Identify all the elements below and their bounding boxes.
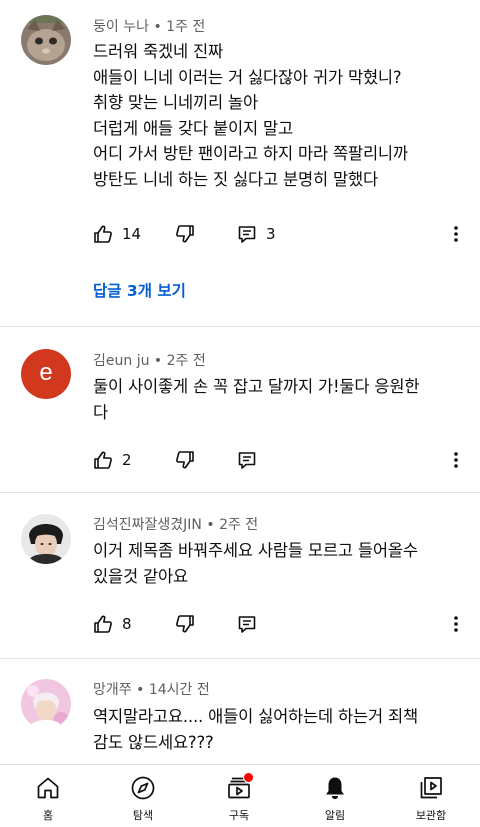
comment-time: 2주 전 (166, 353, 206, 369)
nav-label: 보관함 (415, 809, 447, 822)
comment-thread-4: 망개쭈 • 14시간 전 역지말라고요.... 애들이 싫어하는데 하는거 죄책… (0, 659, 480, 764)
like-count: 14 (122, 225, 142, 243)
dislike-button[interactable] (175, 609, 195, 639)
comment-thread-2: e 김eun ju • 2주 전 둘이 사이좋게 손 꼭 잡고 달까지 가!둘다… (0, 327, 480, 492)
comment-line: 드러워 죽겠네 진짜 (93, 42, 223, 61)
comment-thread-1: 둥이 누나 • 1주 전 드러워 죽겠네 진짜 애들이 니네 이러는 거 싫다잖… (0, 0, 480, 326)
comment-line: 다 (93, 402, 108, 422)
comment-actions: 2 (0, 445, 480, 475)
thumbs-up-icon (93, 224, 113, 244)
more-vert-icon (446, 224, 466, 244)
avatar[interactable]: e (21, 349, 71, 399)
comment-icon (237, 450, 257, 470)
comment-author[interactable]: 둥이 누나 (93, 19, 149, 35)
comment-meta: 김석진짜잘생겼JIN • 2주 전 (93, 514, 258, 534)
nav-explore[interactable]: 탐색 (103, 765, 183, 827)
meta-separator: • (153, 19, 162, 35)
nav-home[interactable]: 홈 (8, 765, 88, 827)
more-actions-button[interactable] (446, 609, 466, 639)
like-button[interactable]: 8 (93, 609, 132, 639)
comment-actions: 8 (0, 609, 480, 639)
comment-icon (237, 224, 257, 244)
reply-button[interactable] (237, 445, 257, 475)
more-vert-icon (446, 614, 466, 634)
comment-icon (237, 614, 257, 634)
more-vert-icon (446, 450, 466, 470)
comment-actions: 14 3 (0, 219, 480, 249)
reply-button[interactable] (237, 609, 257, 639)
comment-text: 둘이 사이좋게 손 꼭 잡고 달까지 가!둘다 응원한 다 (93, 374, 420, 425)
reply-button[interactable]: 3 (237, 219, 276, 249)
comment-meta: 망개쭈 • 14시간 전 (93, 679, 210, 699)
nav-label: 홈 (42, 809, 54, 822)
comment-line: 역지말라고요.... 애들이 싫어하는데 하는거 죄책 (93, 707, 418, 726)
meta-separator: • (206, 517, 215, 533)
thumbs-up-icon (93, 450, 113, 470)
comment-meta: 김eun ju • 2주 전 (93, 350, 206, 370)
comment-meta: 둥이 누나 • 1주 전 (93, 16, 205, 36)
comment-line: 이거 제목좀 바꿔주세요 사람들 모르고 들어올수 (93, 541, 418, 560)
like-count: 2 (122, 451, 132, 469)
comment-line: 방탄도 니네 하는 짓 싫다고 분명히 말했다 (93, 169, 378, 189)
comment-line: 어디 가서 방탄 팬이라고 하지 마라 쪽팔리니까 (93, 144, 408, 164)
more-actions-button[interactable] (446, 445, 466, 475)
comment-author[interactable]: 김석진짜잘생겼JIN (93, 517, 202, 533)
comment-line: 있을것 같아요 (93, 566, 188, 586)
like-button[interactable]: 14 (93, 219, 141, 249)
thumbs-down-icon (175, 450, 195, 470)
comment-line: 애들이 니네 이러는 거 싫다잖아 귀가 막혔니? (93, 67, 402, 87)
comment-time: 1주 전 (166, 19, 206, 35)
meta-separator: • (136, 682, 145, 698)
avatar[interactable] (21, 679, 71, 729)
comment-text: 드러워 죽겠네 진짜 애들이 니네 이러는 거 싫다잖아 귀가 막혔니? 취향 … (93, 39, 408, 193)
comment-line: 더럽게 애들 갖다 붙이지 말고 (93, 118, 293, 138)
avatar[interactable] (21, 514, 71, 564)
notification-badge (243, 772, 254, 783)
thumbs-up-icon (93, 614, 113, 634)
thumbs-down-icon (175, 614, 195, 634)
comment-line: 감도 않드세요??? (93, 732, 214, 752)
dislike-button[interactable] (175, 445, 195, 475)
more-actions-button[interactable] (446, 219, 466, 249)
view-replies-link[interactable]: 답글 3개 보기 (93, 279, 186, 301)
meta-separator: • (153, 353, 163, 369)
comment-line: 취향 맞는 니네끼리 놀아 (93, 93, 258, 113)
avatar[interactable] (21, 15, 71, 65)
comment-line: 둘이 사이좋게 손 꼭 잡고 달까지 가!둘다 응원한 (93, 377, 420, 396)
comment-thread-3: 김석진짜잘생겼JIN • 2주 전 이거 제목좀 바꿔주세요 사람들 모르고 들… (0, 493, 480, 658)
comment-time: 2주 전 (219, 517, 259, 533)
nav-label: 알림 (324, 809, 346, 822)
reply-count: 3 (266, 225, 276, 243)
dislike-button[interactable] (175, 219, 195, 249)
comment-author[interactable]: 망개쭈 (93, 682, 132, 698)
comment-text: 역지말라고요.... 애들이 싫어하는데 하는거 죄책 감도 않드세요??? (93, 704, 418, 755)
like-button[interactable]: 2 (93, 445, 132, 475)
nav-notifications[interactable]: 알림 (295, 765, 375, 827)
comment-text: 이거 제목좀 바꿔주세요 사람들 모르고 들어올수 있을것 같아요 (93, 538, 418, 589)
like-count: 8 (122, 615, 132, 633)
avatar-letter: e (39, 359, 53, 386)
comment-time: 14시간 전 (148, 682, 210, 698)
nav-library[interactable]: 보관함 (391, 765, 471, 827)
comment-author[interactable]: 김eun ju (93, 353, 149, 369)
bottom-navigation: 홈 탐색 구독 알림 보관함 (0, 764, 480, 827)
nav-label: 탐색 (132, 809, 154, 822)
nav-label: 구독 (228, 809, 250, 822)
thumbs-down-icon (175, 224, 195, 244)
nav-subscriptions[interactable]: 구독 (199, 765, 279, 827)
